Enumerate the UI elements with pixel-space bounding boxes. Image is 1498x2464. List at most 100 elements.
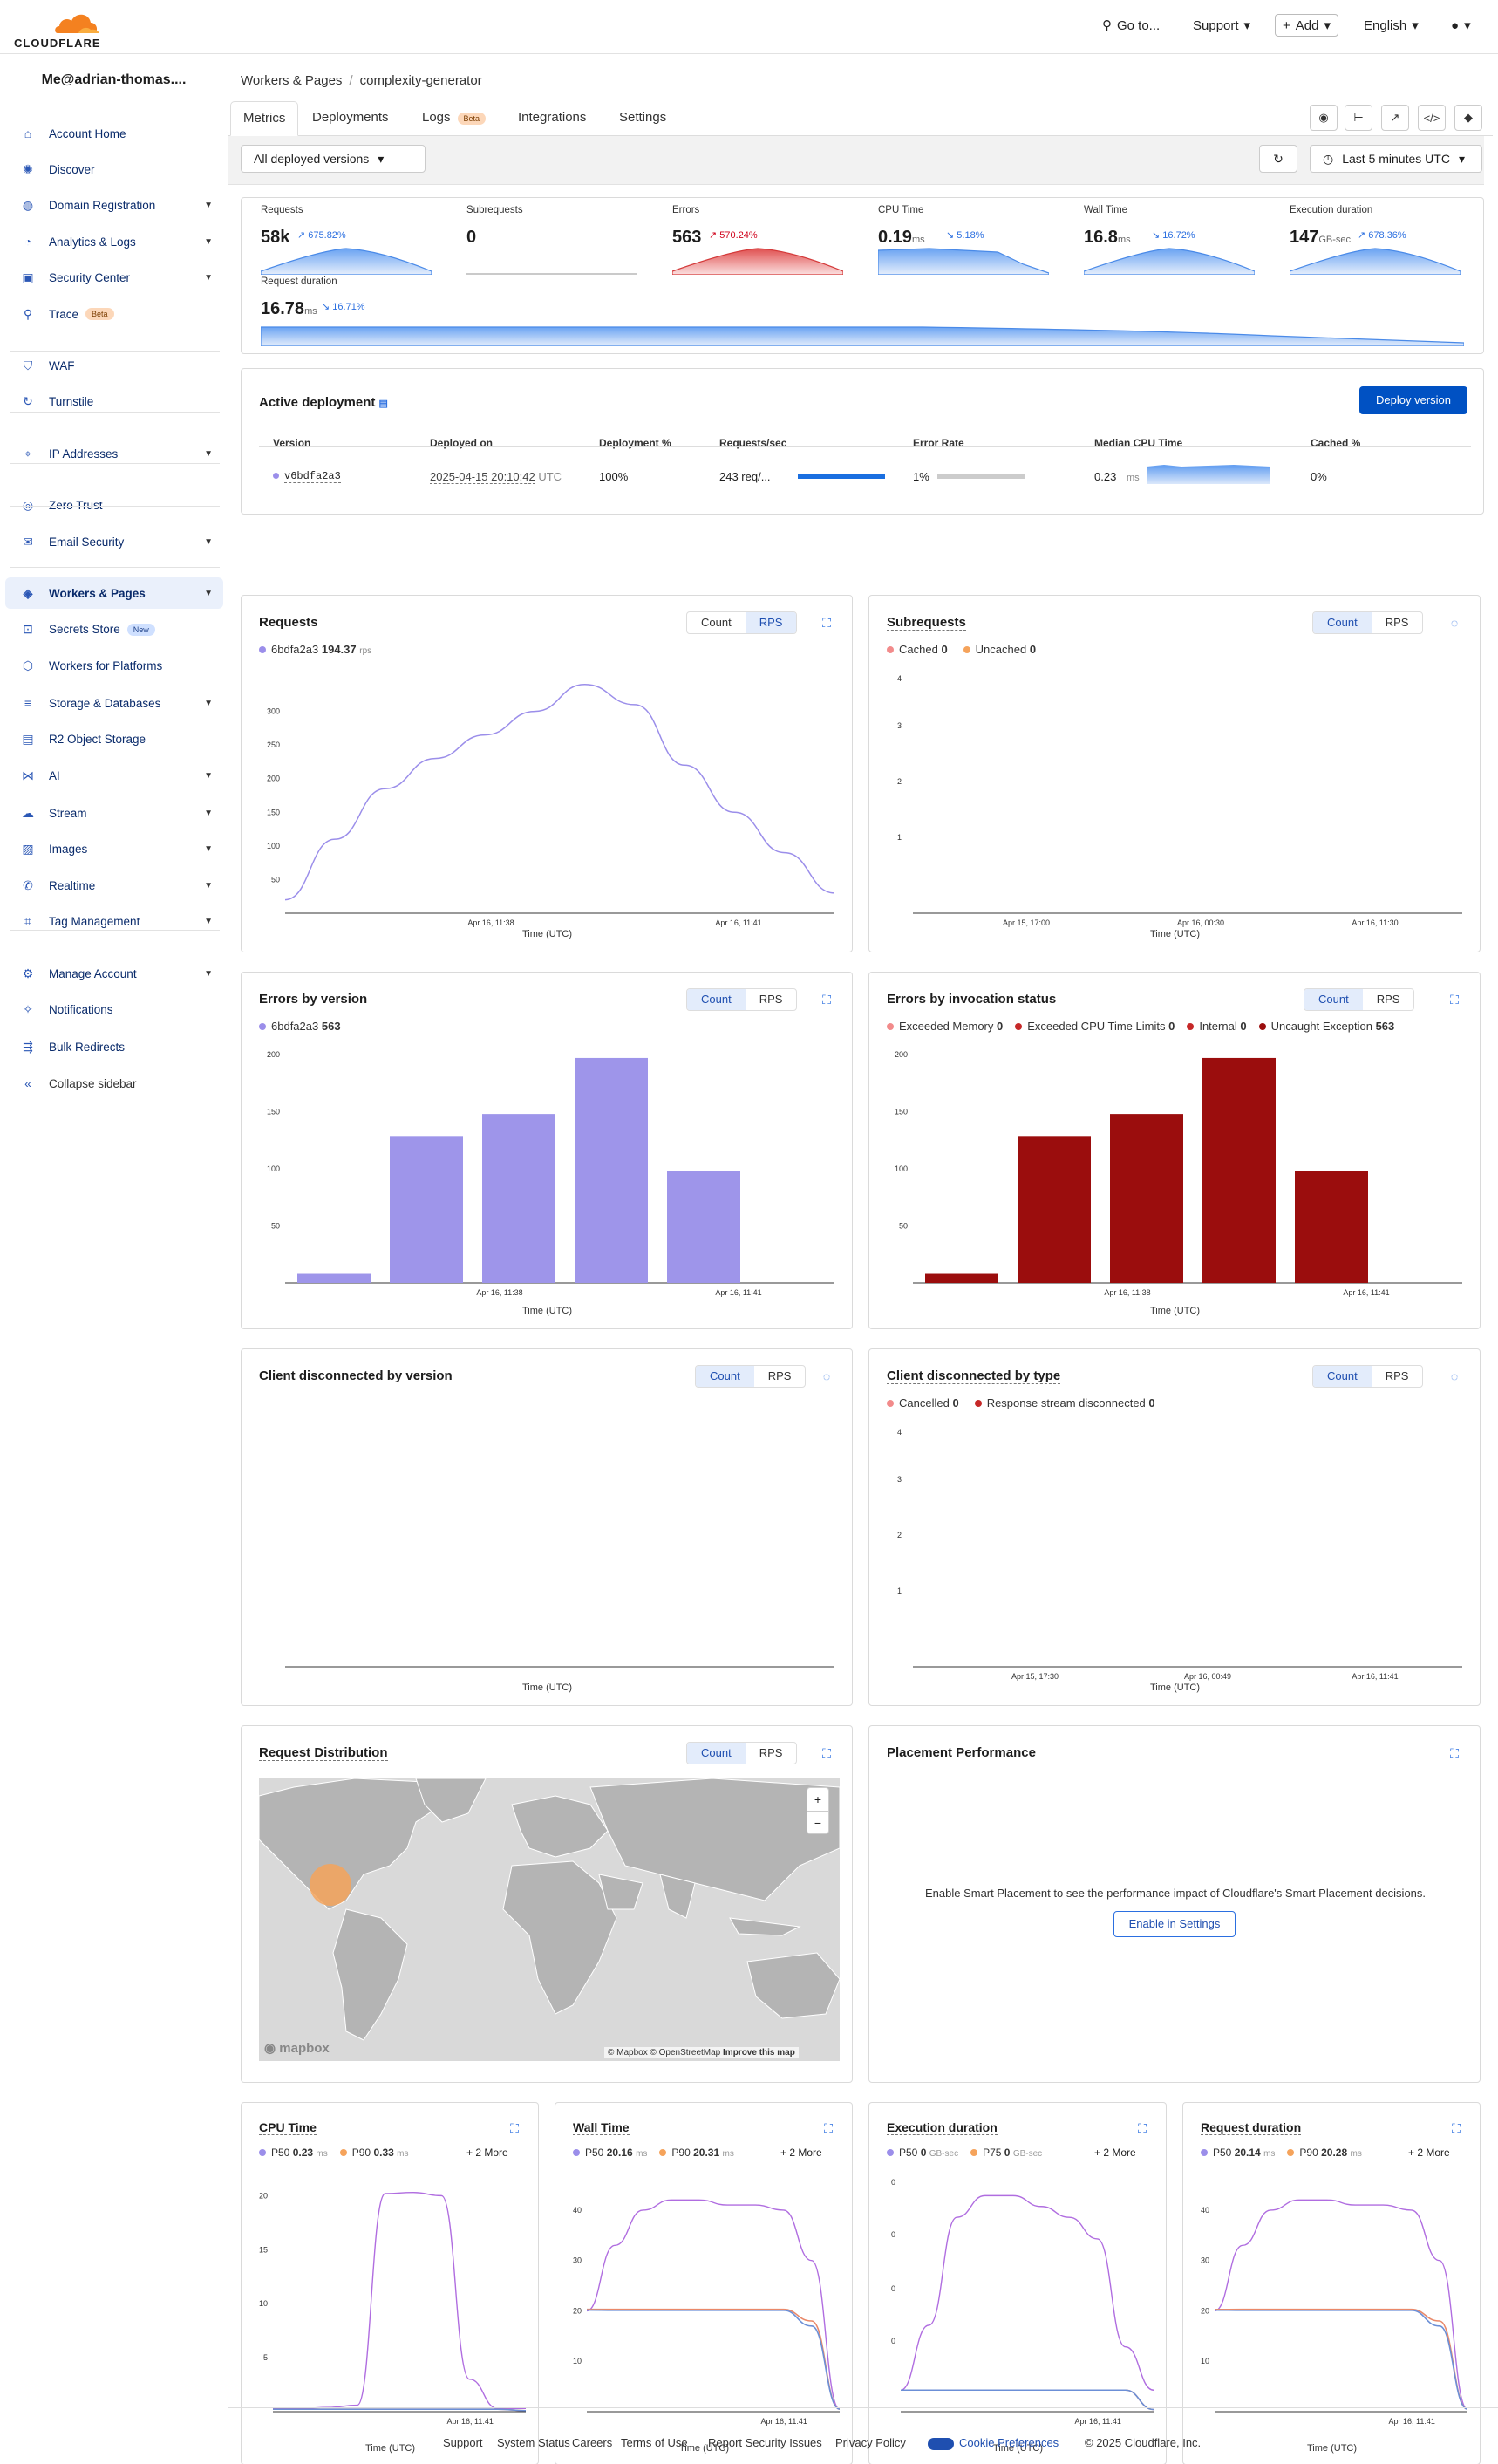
bar[interactable] — [575, 1057, 648, 1283]
expand-icon[interactable]: ⛶ — [1445, 1744, 1464, 1763]
count-option[interactable]: Count — [1313, 612, 1372, 633]
bar[interactable] — [297, 1273, 371, 1283]
version-cell[interactable]: v6bdfa2a3 — [273, 470, 341, 483]
legend-item[interactable]: P50 20.14 ms — [1201, 2147, 1275, 2159]
sidebar-item-domain-registration[interactable]: ◍ Domain Registration ▼ — [5, 190, 223, 222]
sidebar-item-ip-addresses[interactable]: ⌖ IP Addresses ▼ — [5, 438, 223, 469]
legend-item[interactable]: P90 20.31 ms — [659, 2147, 734, 2159]
footer-link[interactable]: Report Security Issues — [708, 2436, 822, 2449]
sidebar-item-account-home[interactable]: ⌂ Account Home — [5, 118, 223, 149]
series-line-p50[interactable] — [586, 2309, 841, 2410]
rps-option[interactable]: RPS — [754, 1366, 806, 1387]
expand-icon[interactable]: ⛶ — [1133, 2119, 1152, 2138]
series-line-p99[interactable] — [273, 2191, 526, 2409]
tab-metrics[interactable]: Metrics — [230, 101, 299, 136]
footer-link[interactable]: System Status — [497, 2436, 570, 2449]
sidebar-item-stream[interactable]: ☁ Stream ▼ — [5, 797, 223, 829]
loading-icon[interactable]: ◌ — [817, 1367, 836, 1386]
hierarchy-button[interactable]: ⊢ — [1345, 105, 1372, 131]
sidebar-item-realtime[interactable]: ✆ Realtime ▼ — [5, 870, 223, 901]
support-menu[interactable]: Support ▾ — [1193, 17, 1250, 34]
sidebar-item-manage-account[interactable]: ⚙ Manage Account ▼ — [5, 958, 223, 989]
sidebar-item-workers-pages[interactable]: ◈ Workers & Pages ▼ — [5, 577, 223, 610]
world-map[interactable] — [259, 1778, 840, 2061]
expand-icon[interactable]: ⛶ — [817, 990, 836, 1009]
improve-map-link[interactable]: Improve this map — [723, 2048, 795, 2058]
git-button[interactable]: ◆ — [1454, 105, 1482, 131]
tab-settings[interactable]: Settings — [619, 110, 666, 125]
count-rps-toggle[interactable]: Count RPS — [1312, 611, 1424, 634]
legend-item[interactable]: 6bdfa2a3 194.37 rps — [259, 643, 371, 656]
time-range-dropdown[interactable]: ◷ Last 5 minutes UTC ▾ — [1310, 145, 1482, 173]
breadcrumb-parent[interactable]: Workers & Pages — [241, 73, 342, 88]
count-option[interactable]: Count — [687, 989, 746, 1010]
legend-item[interactable]: P75 0 GB-sec — [970, 2147, 1042, 2159]
count-option[interactable]: Count — [1304, 989, 1363, 1010]
sidebar-item-waf[interactable]: ⛉ WAF — [5, 350, 223, 381]
tab-logs[interactable]: Logs Beta — [422, 110, 487, 125]
sidebar-item-secrets-store[interactable]: ⊡ Secrets Store New — [5, 614, 223, 645]
legend-item[interactable]: Exceeded CPU Time Limits 0 — [1015, 1020, 1175, 1033]
sidebar-item-turnstile[interactable]: ↻ Turnstile — [5, 386, 223, 418]
expand-icon[interactable]: ⛶ — [817, 1744, 836, 1763]
sidebar-item-notifications[interactable]: ✧ Notifications — [5, 993, 223, 1025]
count-rps-toggle[interactable]: Count RPS — [686, 611, 798, 634]
count-option[interactable]: Count — [696, 1366, 754, 1387]
count-rps-toggle[interactable]: Count RPS — [686, 988, 798, 1011]
series-line-p90[interactable] — [1214, 2308, 1468, 2410]
expand-icon[interactable]: ⛶ — [1447, 2119, 1466, 2138]
expand-icon[interactable]: ⛶ — [505, 2119, 524, 2138]
language-menu[interactable]: English ▾ — [1364, 17, 1419, 34]
sidebar-item-bulk-redirects[interactable]: ⇶ Bulk Redirects — [5, 1032, 223, 1063]
attribution-text[interactable]: © Mapbox © OpenStreetMap — [608, 2048, 720, 2058]
sidebar-item-r2-object-storage[interactable]: ▤ R2 Object Storage — [5, 724, 223, 755]
series-line-p99[interactable] — [586, 2199, 841, 2410]
rps-option[interactable]: RPS — [1372, 612, 1423, 633]
sidebar-item-email-security[interactable]: ✉ Email Security ▼ — [5, 526, 223, 557]
globe-button[interactable]: ◉ — [1310, 105, 1338, 131]
legend-item[interactable]: Uncached 0 — [963, 643, 1036, 656]
cookie-preferences-link[interactable]: Cookie Preferences — [928, 2436, 1059, 2450]
count-option[interactable]: Count — [1313, 1366, 1372, 1387]
series-line-p50[interactable] — [1214, 2309, 1468, 2410]
expand-icon[interactable]: ⛶ — [819, 2119, 838, 2138]
collapse-sidebar-button[interactable]: « Collapse sidebar — [5, 1068, 223, 1099]
bar[interactable] — [1110, 1114, 1183, 1283]
footer-link[interactable]: Terms of Use — [621, 2436, 688, 2449]
sidebar-item-tag-management[interactable]: ⌗ Tag Management ▼ — [5, 906, 223, 938]
legend-item[interactable]: P50 0.23 ms — [259, 2147, 328, 2159]
user-menu[interactable]: ● ▾ — [1451, 17, 1471, 34]
footer-link[interactable]: Privacy Policy — [835, 2436, 906, 2449]
more-button[interactable]: + 2 More — [1408, 2147, 1450, 2159]
series-line-p99[interactable] — [900, 2194, 1154, 2391]
bar[interactable] — [390, 1136, 463, 1283]
sidebar-item-discover[interactable]: ✺ Discover — [5, 154, 223, 185]
code-button[interactable]: </> — [1418, 105, 1446, 131]
more-button[interactable]: + 2 More — [1094, 2147, 1136, 2159]
legend-item[interactable]: Cancelled 0 — [887, 1396, 959, 1409]
series-line-p90[interactable] — [586, 2308, 841, 2410]
bar[interactable] — [1295, 1171, 1368, 1283]
legend-item[interactable]: P90 0.33 ms — [339, 2147, 409, 2159]
legend-item[interactable]: 6bdfa2a3 563 — [259, 1020, 341, 1033]
count-rps-toggle[interactable]: Count RPS — [1304, 988, 1415, 1011]
footer-link[interactable]: Support — [443, 2436, 483, 2449]
zoom-out-button[interactable]: − — [807, 1812, 828, 1834]
sidebar-item-images[interactable]: ▨ Images ▼ — [5, 834, 223, 865]
loading-icon[interactable]: ◌ — [1445, 613, 1464, 632]
zoom-in-button[interactable]: + — [807, 1788, 828, 1812]
external-link-button[interactable]: ↗ — [1381, 105, 1409, 131]
bar[interactable] — [482, 1114, 555, 1283]
mapbox-logo[interactable]: ◉ mapbox — [264, 2040, 330, 2056]
count-rps-toggle[interactable]: Count RPS — [686, 1742, 798, 1764]
more-button[interactable]: + 2 More — [466, 2147, 508, 2159]
refresh-button[interactable]: ↻ — [1259, 145, 1297, 173]
tab-integrations[interactable]: Integrations — [518, 110, 586, 125]
legend-item[interactable]: P50 0 GB-sec — [887, 2147, 958, 2159]
legend-item[interactable]: Cached 0 — [887, 643, 948, 656]
bar[interactable] — [1018, 1136, 1091, 1283]
rps-option[interactable]: RPS — [746, 1743, 797, 1764]
rps-option[interactable]: RPS — [745, 612, 797, 633]
sidebar-item-ai[interactable]: ⋈ AI ▼ — [5, 760, 223, 791]
footer-link[interactable]: Careers — [572, 2436, 612, 2449]
